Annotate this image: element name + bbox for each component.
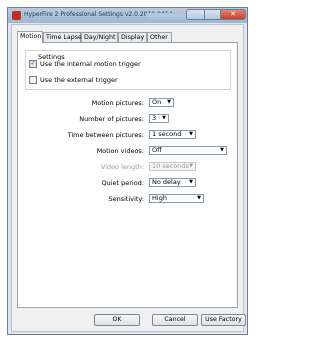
cancel-button[interactable]: Cancel [152, 314, 198, 326]
sensitivity-select[interactable]: High ▼ [149, 194, 204, 203]
quiet-period-select[interactable]: No delay ▼ [149, 178, 196, 187]
chevron-down-icon: ▼ [162, 115, 166, 121]
checkmark-icon: ✓ [29, 60, 37, 68]
sensitivity-label: Sensitivity: [108, 195, 144, 203]
time-between-pictures-label: Time between pictures: [67, 131, 144, 139]
unchecked-box [29, 76, 37, 84]
number-of-pictures-label: Number of pictures: [79, 115, 144, 123]
motion-pictures-select[interactable]: On ▼ [149, 98, 174, 107]
external-trigger-checkbox[interactable]: Use the external trigger [29, 76, 118, 84]
internal-trigger-label: Use the internal motion trigger [40, 60, 141, 68]
video-length-label: Video length: [100, 163, 144, 171]
settings-group: Settings [25, 50, 231, 90]
video-length-select: 10 seconds ▼ [149, 162, 196, 171]
tab-day-night[interactable]: Day/Night [81, 32, 118, 42]
chevron-down-icon: ▼ [167, 99, 171, 105]
tab-display[interactable]: Display [118, 32, 147, 42]
maximize-button[interactable] [204, 9, 221, 20]
time-between-pictures-select[interactable]: 1 second ▼ [149, 130, 196, 139]
tab-other[interactable]: Other [147, 32, 172, 42]
title-bar[interactable]: HyperFire 2 Professional Settings v2.0.2… [8, 8, 247, 23]
dialog-client: Motion Time Lapse Day/Night Display Othe… [11, 24, 244, 332]
chevron-down-icon: ▼ [220, 147, 224, 153]
sensitivity-value: High [152, 194, 167, 202]
title-blur [146, 13, 186, 18]
motion-videos-select[interactable]: Off ▼ [149, 146, 227, 155]
motion-videos-value: Off [152, 146, 162, 154]
time-between-pictures-value: 1 second [152, 130, 182, 138]
motion-videos-label: Motion videos: [96, 147, 144, 155]
chevron-down-icon: ▼ [189, 131, 193, 137]
tab-time-lapse[interactable]: Time Lapse [43, 32, 82, 42]
minimize-button[interactable] [186, 9, 205, 20]
internal-trigger-checkbox[interactable]: ✓ Use the internal motion trigger [29, 60, 141, 68]
tab-motion[interactable]: Motion [17, 31, 43, 43]
settings-window: HyperFire 2 Professional Settings v2.0.2… [7, 7, 248, 335]
motion-panel: Settings ✓ Use the internal motion trigg… [17, 42, 238, 308]
video-length-value: 10 seconds [152, 162, 189, 170]
chevron-down-icon: ▼ [197, 195, 201, 201]
ok-button[interactable]: OK [94, 314, 140, 326]
use-factory-button[interactable]: Use Factory [201, 314, 246, 326]
number-of-pictures-value: 3 [152, 114, 157, 122]
close-button[interactable]: ✕ [220, 9, 246, 20]
chevron-down-icon: ▼ [189, 163, 193, 169]
quiet-period-label: Quiet period: [101, 179, 144, 187]
motion-pictures-label: Motion pictures: [91, 99, 144, 107]
external-trigger-label: Use the external trigger [40, 76, 118, 84]
app-icon [12, 11, 21, 20]
chevron-down-icon: ▼ [189, 179, 193, 185]
close-icon: ✕ [230, 10, 236, 18]
quiet-period-value: No delay [152, 178, 181, 186]
number-of-pictures-select[interactable]: 3 ▼ [149, 114, 169, 123]
motion-pictures-value: On [152, 98, 162, 106]
